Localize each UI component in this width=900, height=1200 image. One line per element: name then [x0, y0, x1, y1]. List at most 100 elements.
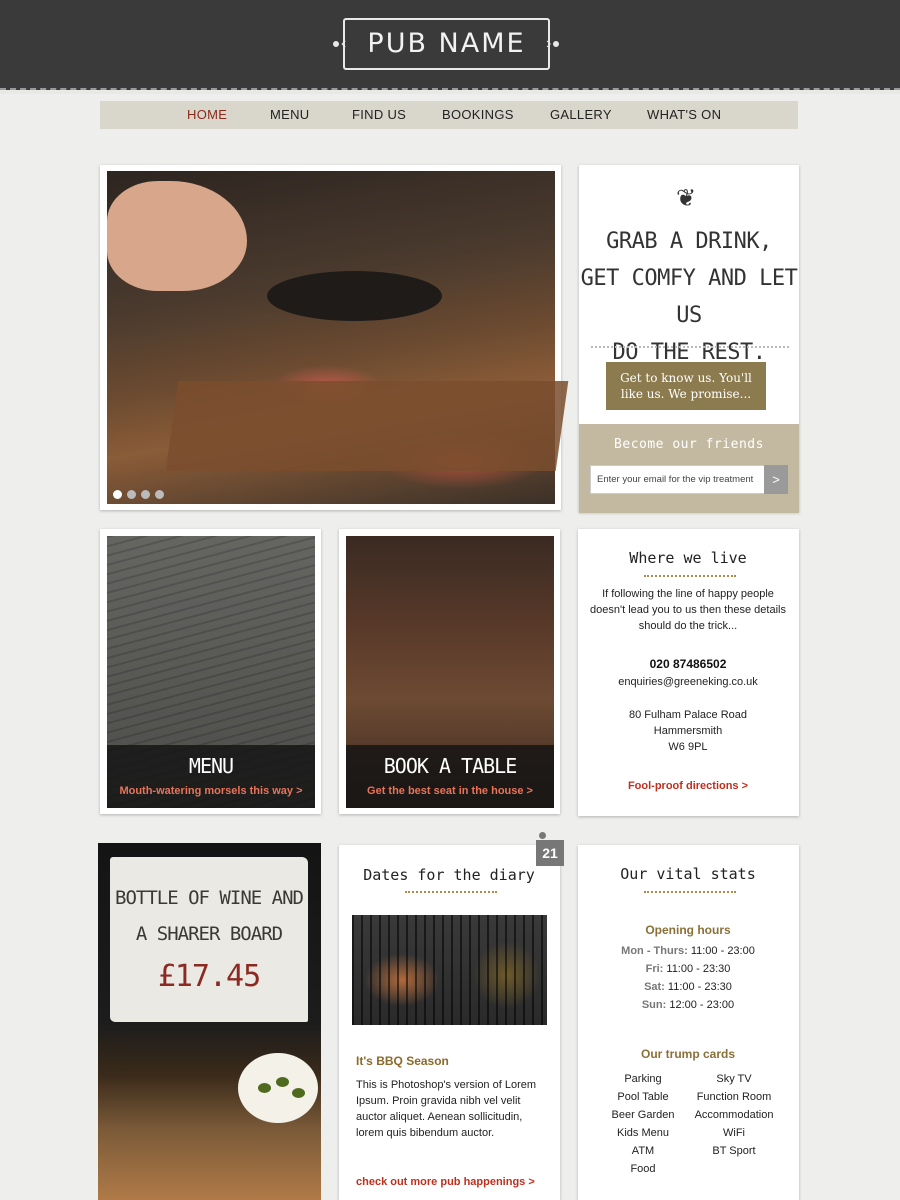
tile-title: BOOK A TABLE	[383, 754, 518, 778]
amenity: Food	[630, 1163, 656, 1175]
amenity: Kids Menu	[617, 1127, 669, 1139]
stats-card: Our vital stats Opening hours Mon - Thur…	[578, 845, 799, 1200]
directions-link[interactable]: Fool-proof directions >	[578, 780, 798, 792]
nav-gallery[interactable]: GALLERY	[550, 101, 612, 129]
nav-home[interactable]: HOME	[187, 101, 227, 129]
hours-day: Fri:	[645, 963, 664, 975]
amenity: Sky TV	[716, 1073, 752, 1085]
tile-title: MENU	[188, 754, 234, 778]
divider	[644, 891, 736, 893]
logo-chevron-right: ›	[546, 35, 552, 52]
hours-day: Sun:	[641, 999, 667, 1011]
divider	[405, 891, 497, 893]
hours-time: 11:00 - 23:00	[690, 945, 755, 957]
location-card: Where we live If following the line of h…	[578, 529, 799, 816]
logo-ornament-left	[333, 41, 339, 47]
olive	[258, 1083, 271, 1093]
amenity: Parking	[624, 1073, 662, 1085]
hours-time: 11:00 - 23:30	[667, 981, 732, 993]
hours-row: Fri: 11:00 - 23:30	[578, 963, 798, 975]
olive	[276, 1077, 289, 1087]
hours-time: 11:00 - 23:30	[666, 963, 731, 975]
olive-bowl	[238, 1053, 318, 1123]
nav-bookings[interactable]: BOOKINGS	[442, 101, 514, 129]
hero-hand	[107, 181, 247, 291]
pin-icon	[539, 832, 546, 839]
card-heading: Where we live	[629, 549, 747, 567]
location-intro: If following the line of happy people do…	[588, 586, 788, 634]
event-title[interactable]: It's BBQ Season	[356, 1054, 449, 1068]
address-line: 80 Fulham Palace Road	[628, 709, 747, 721]
nav-whats-on[interactable]: WHAT'S ON	[647, 101, 721, 129]
description-line: auctor aliquet. Aenean sollicitudin,	[356, 1111, 523, 1123]
description-line: lorem quis bibendum auctor.	[356, 1127, 495, 1139]
button-line: Get to know us. You'll	[620, 371, 752, 385]
slider-dot[interactable]	[113, 490, 122, 499]
promo-line: GRAB A DRINK,	[606, 229, 772, 254]
slider-dot[interactable]	[127, 490, 136, 499]
card-heading: Our vital stats	[620, 865, 756, 883]
event-description: This is Photoshop's version of Lorem Ips…	[356, 1077, 546, 1141]
hours-time: 12:00 - 23:00	[669, 999, 735, 1011]
slider-dot[interactable]	[155, 490, 164, 499]
slider-dot[interactable]	[141, 490, 150, 499]
newsletter-title: Become our friends	[614, 437, 764, 452]
offer-price: £17.45	[157, 959, 261, 994]
nav-find-us[interactable]: FIND US	[352, 101, 406, 129]
description-line: This is Photoshop's version of Lorem	[356, 1079, 537, 1091]
diary-card: Dates for the diary It's BBQ Season This…	[339, 845, 560, 1200]
site-logo[interactable]: PUB NAME	[343, 18, 550, 70]
amenity: Accommodation	[694, 1109, 774, 1121]
amenity: WiFi	[723, 1127, 745, 1139]
email-field[interactable]: Enter your email for the vip treatment	[590, 465, 765, 494]
hours-row: Sat: 11:00 - 23:30	[578, 981, 798, 993]
description-line: Ipsum. Proin gravida nibh vel velit	[356, 1095, 521, 1107]
site-header: ‹ PUB NAME ›	[0, 0, 900, 94]
newsletter-submit-button[interactable]: >	[764, 465, 788, 494]
amenity: ATM	[631, 1145, 655, 1157]
phone-number[interactable]: 020 87486502	[578, 657, 798, 671]
offer-line: BOTTLE OF WINE AND	[115, 887, 304, 909]
hero-image	[107, 171, 569, 504]
intro-line: doesn't lead you to us then these detail…	[590, 604, 786, 616]
slider-dots	[113, 490, 164, 499]
promo-line: GET COMFY AND LET US	[580, 266, 798, 328]
hero-bowl	[267, 271, 442, 321]
newsletter-signup: Become our friends Enter your email for …	[579, 424, 799, 513]
button-line: like us. We promise...	[620, 387, 752, 401]
trump-heading: Our trump cards	[640, 1047, 736, 1061]
tile-link[interactable]: Mouth-watering morsels this way >	[107, 785, 315, 797]
hours-day: Sat:	[644, 981, 665, 993]
amenity: BT Sport	[712, 1145, 756, 1157]
divider	[591, 346, 789, 348]
amenity: Beer Garden	[611, 1109, 675, 1121]
about-us-button[interactable]: Get to know us. You'll like us. We promi…	[606, 362, 766, 410]
hours-row: Sun: 12:00 - 23:00	[578, 999, 798, 1011]
hero-slider[interactable]	[100, 165, 569, 510]
offer-panel[interactable]: BOTTLE OF WINE AND A SHARER BOARD £17.45	[98, 843, 321, 1200]
offer-line: A SHARER BOARD	[135, 923, 283, 945]
more-happenings-link[interactable]: check out more pub happenings >	[356, 1176, 535, 1188]
nav-menu[interactable]: MENU	[270, 101, 309, 129]
email-link[interactable]: enquiries@greeneking.co.uk	[578, 676, 798, 688]
olive	[292, 1088, 305, 1098]
book-table-tile[interactable]: BOOK A TABLE Get the best seat in the ho…	[339, 529, 560, 814]
hero-cutting-board	[165, 381, 569, 471]
intro-line: If following the line of happy people	[602, 588, 774, 600]
main-nav: HOME MENU FIND US BOOKINGS GALLERY WHAT'…	[100, 101, 798, 129]
amenity: Pool Table	[617, 1091, 669, 1103]
intro-line: should do the trick...	[638, 620, 738, 632]
address-line: Hammersmith	[653, 725, 723, 737]
hops-icon: ❦	[675, 185, 697, 212]
hours-row: Mon - Thurs: 11:00 - 23:00	[578, 945, 798, 957]
promo-headline: GRAB A DRINK, GET COMFY AND LET US DO TH…	[579, 223, 799, 371]
address-line: W6 9PL	[668, 741, 708, 753]
menu-tile[interactable]: MENU Mouth-watering morsels this way >	[100, 529, 321, 814]
logo-ornament-right	[553, 41, 559, 47]
tile-link[interactable]: Get the best seat in the house >	[346, 785, 554, 797]
promo-panel: ❦ GRAB A DRINK, GET COMFY AND LET US DO …	[579, 165, 799, 513]
address: 80 Fulham Palace Road Hammersmith W6 9PL	[578, 707, 798, 755]
hours-heading: Opening hours	[645, 923, 731, 937]
offer-note: BOTTLE OF WINE AND A SHARER BOARD £17.45	[110, 857, 308, 1022]
divider	[644, 575, 736, 577]
